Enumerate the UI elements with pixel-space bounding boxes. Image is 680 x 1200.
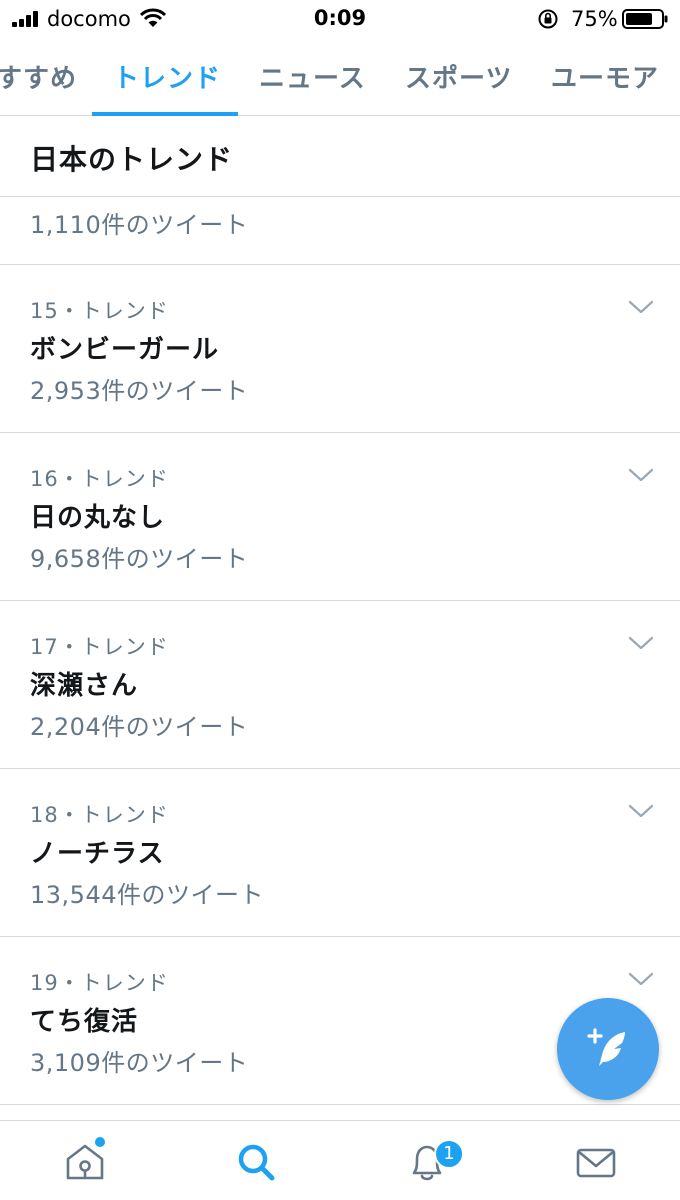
trend-tweet-count[interactable]: 1,110件のツイート xyxy=(30,205,248,240)
trend-name[interactable]: ボンビーガール xyxy=(30,329,219,366)
compose-tweet-icon xyxy=(587,1028,625,1066)
trend-item[interactable]: 16・トレンド 日の丸なし 9,658件のツイート xyxy=(0,433,680,601)
trend-name[interactable]: 深瀬さん xyxy=(30,665,138,702)
messages-icon[interactable] xyxy=(571,1137,621,1187)
home-new-indicator xyxy=(95,1137,105,1147)
trend-name[interactable]: ノーチラス xyxy=(30,833,164,870)
trend-tweet-count: 2,953件のツイート xyxy=(30,377,249,405)
battery-percent: 75% xyxy=(571,7,618,31)
category-tabs: すすめ トレンド ニュース スポーツ ユーモア xyxy=(0,40,680,116)
trend-rank-label: 19・トレンド xyxy=(30,971,169,995)
trend-tweet-count: 2,204件のツイート xyxy=(30,713,249,741)
tab-news[interactable]: ニュース xyxy=(259,58,366,95)
trend-name[interactable]: 日の丸なし xyxy=(30,497,165,534)
trend-tweet-count: 9,658件のツイート xyxy=(30,545,249,573)
compose-tweet-button[interactable] xyxy=(557,998,659,1100)
trend-name[interactable]: てち復活 xyxy=(30,1001,138,1038)
divider xyxy=(0,196,680,197)
battery-icon xyxy=(622,9,668,29)
active-tab-indicator xyxy=(92,112,238,116)
trend-rank-label: 16・トレンド xyxy=(30,467,169,491)
notification-badge: 1 xyxy=(434,1139,464,1169)
trend-rank-label: 18・トレンド xyxy=(30,803,169,827)
trend-tweet-count: 3,109件のツイート xyxy=(30,1049,249,1077)
tab-sports[interactable]: スポーツ xyxy=(405,58,512,95)
chevron-down-icon[interactable] xyxy=(628,467,654,483)
trend-item[interactable]: 17・トレンド 深瀬さん 2,204件のツイート xyxy=(0,601,680,769)
trend-item[interactable]: 15・トレンド ボンビーガール 2,953件のツイート xyxy=(0,265,680,433)
bottom-navigation: 1 xyxy=(0,1120,680,1200)
status-bar: docomo 0:09 75% xyxy=(0,0,680,40)
chevron-down-icon[interactable] xyxy=(628,299,654,315)
trend-list: 15・トレンド ボンビーガール 2,953件のツイート 16・トレンド 日の丸な… xyxy=(0,265,680,1105)
tab-humor[interactable]: ユーモア xyxy=(551,58,659,95)
trend-item[interactable]: 18・トレンド ノーチラス 13,544件のツイート xyxy=(0,769,680,937)
tab-trends[interactable]: トレンド xyxy=(113,58,221,95)
trend-rank-label: 15・トレンド xyxy=(30,299,169,323)
chevron-down-icon[interactable] xyxy=(628,635,654,651)
trend-tweet-count: 13,544件のツイート xyxy=(30,881,264,909)
tab-recommended[interactable]: すすめ xyxy=(0,58,77,95)
rotation-lock-icon xyxy=(538,9,558,29)
chevron-down-icon[interactable] xyxy=(628,803,654,819)
trend-rank-label: 17・トレンド xyxy=(30,635,169,659)
section-title: 日本のトレンド xyxy=(30,143,234,176)
search-icon[interactable] xyxy=(231,1137,281,1187)
chevron-down-icon[interactable] xyxy=(628,971,654,987)
